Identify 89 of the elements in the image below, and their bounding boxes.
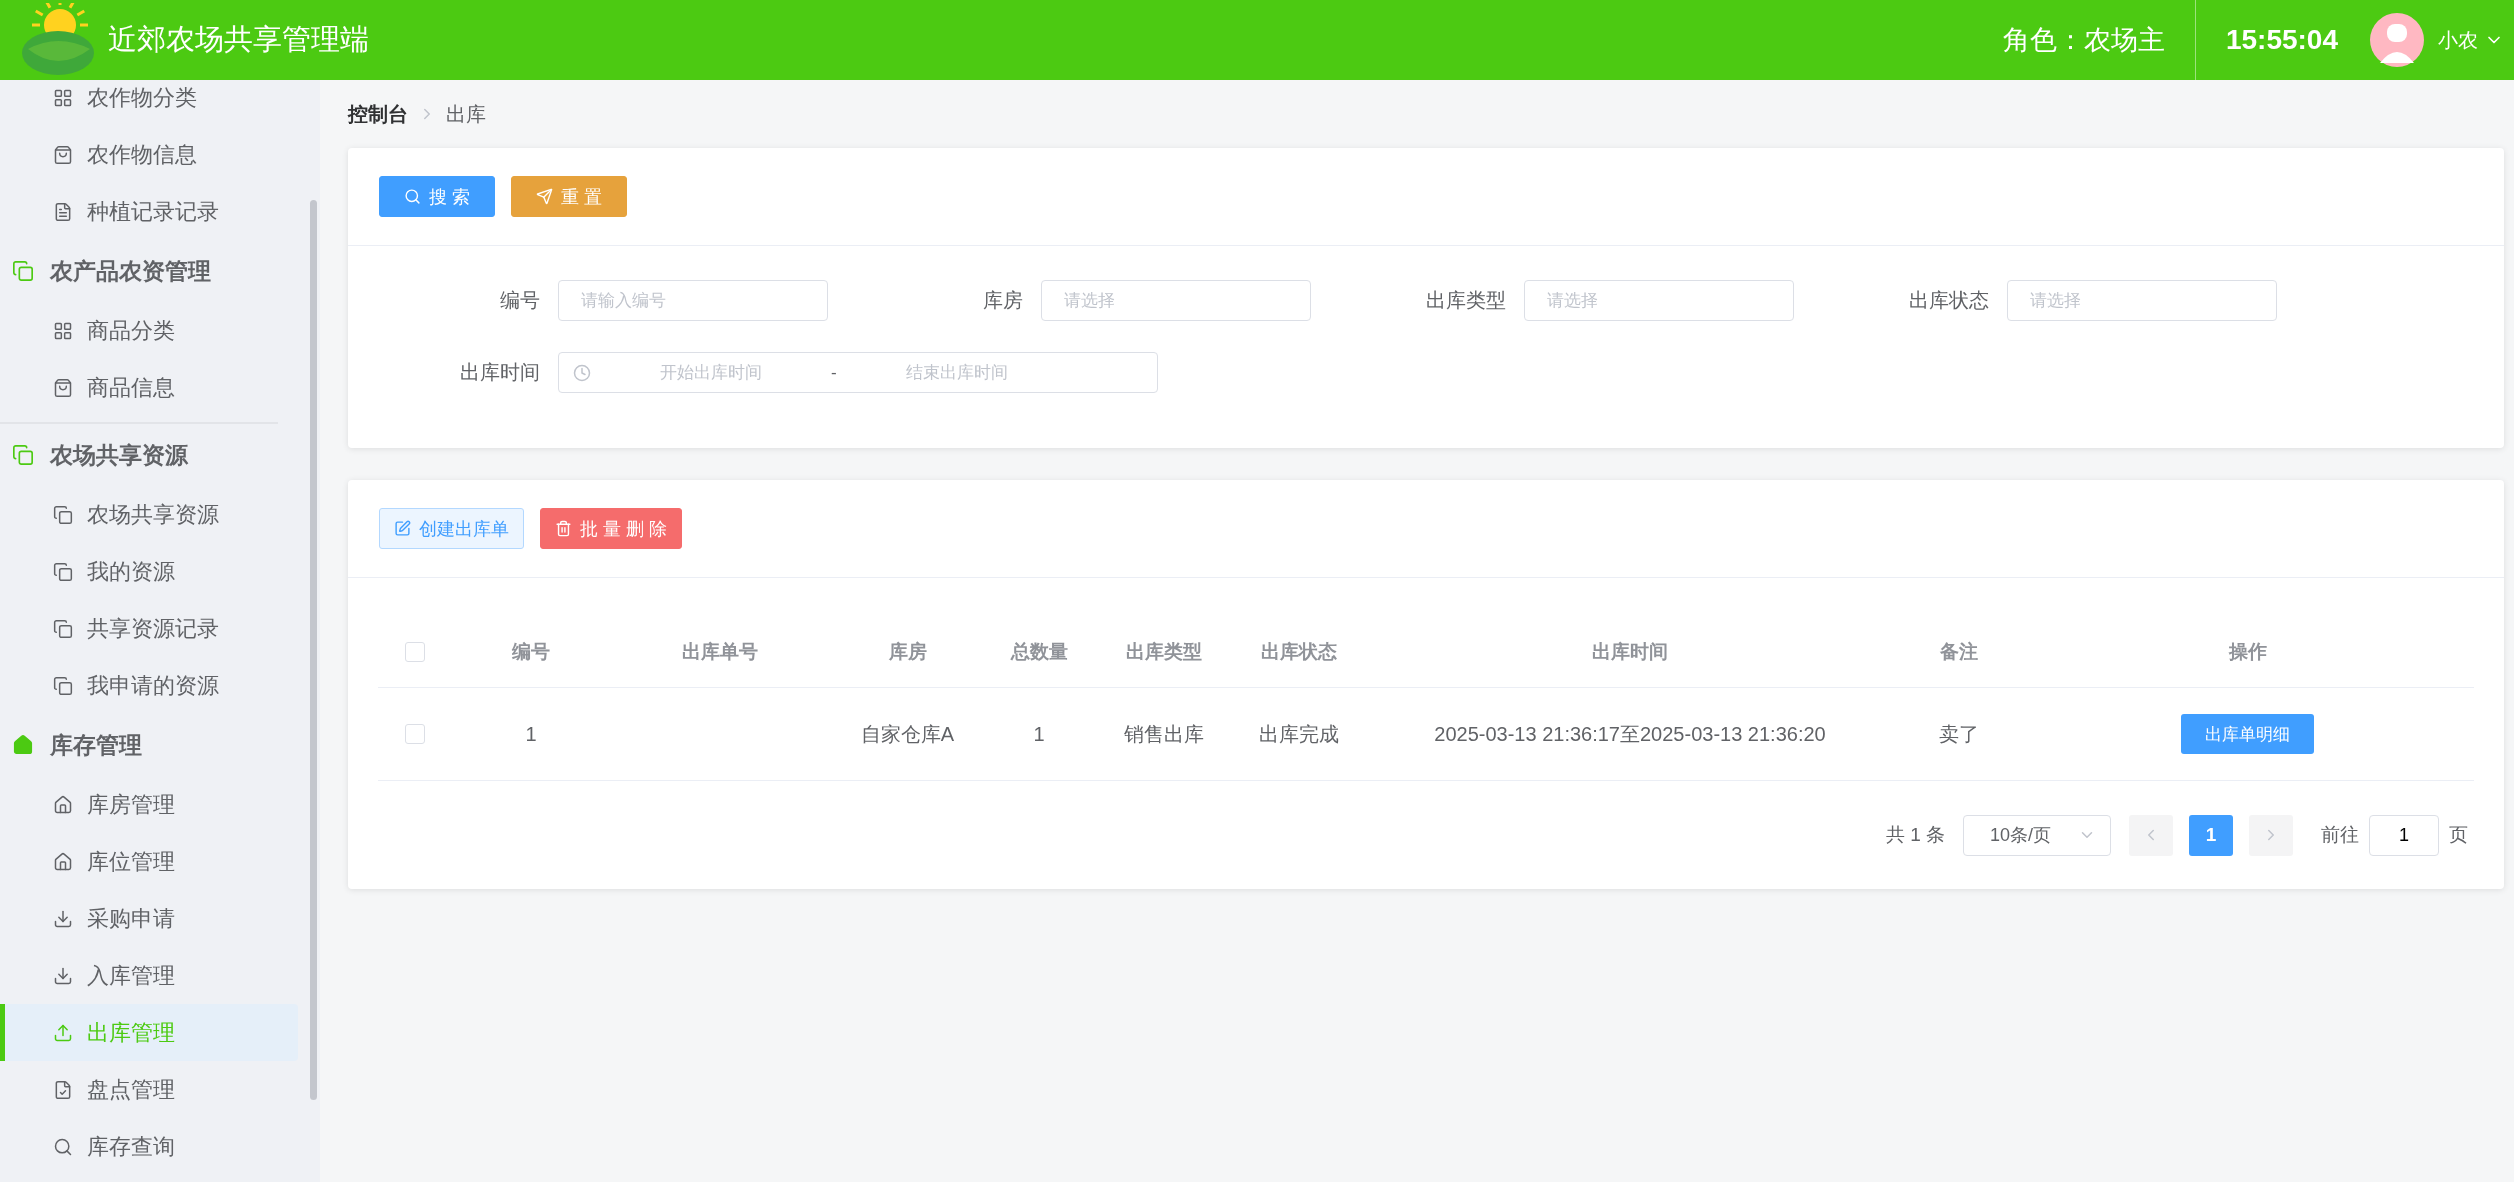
column-header: 出库单号	[681, 639, 759, 664]
field-label: 库房	[982, 288, 1023, 313]
clock-icon	[573, 363, 591, 382]
grid-icon	[53, 87, 73, 108]
grid-icon	[53, 320, 73, 341]
prev-page-button[interactable]	[2129, 814, 2173, 856]
menu-item[interactable]: 库房管理	[0, 776, 298, 833]
menu-group-title[interactable]: 库存管理	[50, 729, 142, 761]
menu-item[interactable]: 盘点管理	[0, 1061, 298, 1118]
goto-label: 前往	[2321, 823, 2359, 847]
input-field[interactable]: 请选择	[2007, 280, 2277, 321]
bag-icon	[53, 377, 73, 398]
send-icon	[536, 188, 553, 205]
house-icon	[53, 794, 73, 815]
breadcrumb-item: 出库	[446, 101, 486, 127]
scrollbar-thumb[interactable]	[310, 200, 317, 1100]
copy-icon	[53, 618, 73, 639]
copy-icon	[53, 561, 73, 582]
field-label: 出库状态	[1908, 288, 1989, 313]
table-cell-text: 出库完成	[1258, 721, 1340, 747]
field-label: 出库时间	[459, 360, 540, 385]
copy-icon	[53, 504, 73, 525]
upload-icon	[53, 1022, 73, 1043]
table-cell-text: 卖了	[1938, 721, 1980, 747]
bag-icon	[53, 144, 73, 165]
search-icon	[404, 188, 421, 205]
input-field[interactable]: 请选择	[1524, 280, 1794, 321]
detail-button[interactable]: 出库单明细	[2181, 714, 2314, 754]
copy-icon	[53, 675, 73, 696]
delete-button[interactable]: 批 量 删 除	[540, 508, 682, 549]
menu-item[interactable]: 商品信息	[0, 359, 298, 416]
menu-item[interactable]: 农场共享资源	[0, 486, 266, 543]
input-field[interactable]: 请选择	[1041, 280, 1311, 321]
doc-icon	[53, 201, 73, 222]
table-cell-text: 自家仓库A	[859, 721, 956, 747]
filecheck-icon	[53, 1079, 73, 1100]
table-cell-text: 销售出库	[1123, 721, 1205, 747]
page-button[interactable]: 1	[2189, 814, 2233, 856]
next-page-button[interactable]	[2249, 814, 2293, 856]
table-cell-text: 2025-03-13 21:36:17至2025-03-13 21:36:20	[1433, 721, 1827, 747]
column-header: 出库时间	[1591, 639, 1669, 664]
page-size-select[interactable]: 10条/页	[1963, 814, 2111, 856]
checkbox[interactable]	[405, 724, 425, 744]
menu-item[interactable]: 采购申请	[0, 890, 298, 947]
field-label: 编号	[499, 288, 540, 313]
menu-item[interactable]: 种植记录记录	[0, 183, 298, 240]
menu-item[interactable]: 我的资源	[0, 543, 266, 600]
avatar-icon[interactable]	[2370, 13, 2424, 67]
column-header: 编号	[511, 639, 551, 664]
menu-item[interactable]: 入库管理	[0, 947, 298, 1004]
download-icon	[53, 965, 73, 986]
column-header: 库房	[887, 639, 928, 664]
date-range-field[interactable]: 开始出库时间 - 结束出库时间	[558, 352, 1158, 393]
menu-group-title[interactable]: 农产品农资管理	[50, 255, 211, 287]
copy-icon	[12, 444, 34, 466]
house-icon	[53, 851, 73, 872]
column-header: 出库状态	[1260, 639, 1338, 664]
field-label: 出库类型	[1425, 288, 1506, 313]
menu-item[interactable]: 共享资源记录	[0, 600, 266, 657]
menu-item[interactable]: 商品分类	[0, 302, 298, 359]
trash-icon	[555, 520, 572, 537]
search-icon	[53, 1136, 73, 1157]
menu-item[interactable]: 我申请的资源	[0, 657, 266, 714]
copy-icon	[12, 260, 34, 282]
range-separator: -	[831, 362, 837, 383]
checkbox[interactable]	[405, 641, 425, 662]
menu-item[interactable]: 库位管理	[0, 833, 298, 890]
download-icon	[53, 908, 73, 929]
table-cell-text: 1	[524, 722, 538, 746]
page-suffix: 页	[2449, 823, 2468, 847]
column-header: 操作	[2227, 639, 2268, 664]
home-icon	[12, 734, 34, 756]
breadcrumb-item[interactable]: 控制台	[348, 100, 408, 128]
menu-item[interactable]: 农作物信息	[0, 126, 298, 183]
total-count: 共 1 条	[1885, 823, 1945, 847]
menu-group-title[interactable]: 农场共享资源	[50, 439, 188, 471]
column-header: 备注	[1939, 639, 1979, 664]
column-header: 出库类型	[1125, 639, 1203, 664]
role-label: 角色：农场主	[2002, 24, 2166, 57]
column-header: 总数量	[1009, 639, 1069, 664]
search-button[interactable]: 搜 索	[379, 176, 495, 217]
menu-item[interactable]: 库存查询	[0, 1118, 298, 1175]
app-title: 近郊农场共享管理端	[108, 22, 369, 57]
input-field[interactable]: 请输入编号	[558, 280, 828, 321]
page-input[interactable]: 1	[2369, 814, 2439, 856]
table-cell-text: 1	[1032, 722, 1046, 746]
edit-icon	[394, 520, 411, 537]
menu-item[interactable]: 农作物分类	[0, 80, 298, 126]
clock-time: 15:55:04	[2225, 24, 2338, 56]
